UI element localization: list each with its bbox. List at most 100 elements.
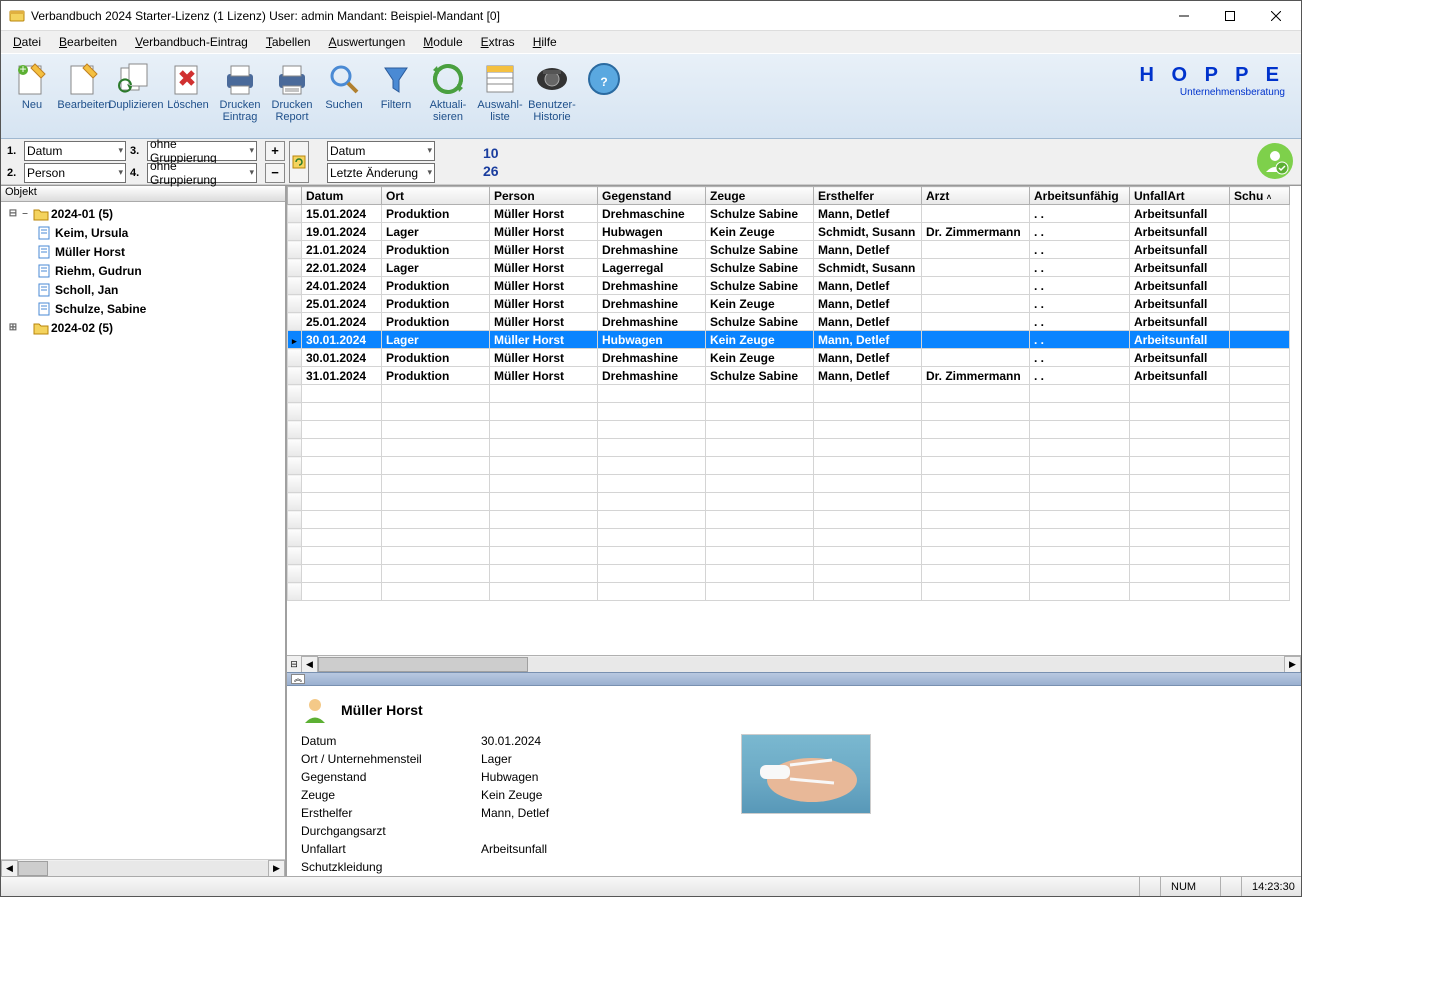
tree-item[interactable]: Scholl, Jan <box>1 280 285 299</box>
detail-label: Zeuge <box>301 788 481 802</box>
col-Datum[interactable]: Datum <box>302 187 382 205</box>
detail-label: Ort / Unternehmensteil <box>301 752 481 766</box>
detail-value <box>481 860 681 874</box>
toolbar-duplizieren[interactable]: Duplizieren <box>111 58 161 113</box>
hilfe-icon: ? <box>585 60 623 98</box>
benutzer-historie-icon <box>533 60 571 98</box>
group4-select[interactable]: ohne Gruppierung▾ <box>147 163 257 183</box>
menu-extras[interactable]: Extras <box>473 33 523 51</box>
group2-select[interactable]: Person▾ <box>24 163 126 183</box>
detail-name: Müller Horst <box>341 702 423 718</box>
tree-item[interactable]: Schulze, Sabine <box>1 299 285 318</box>
data-grid[interactable]: DatumOrtPersonGegenstandZeugeErsthelferA… <box>287 186 1301 655</box>
app-window: Verbandbuch 2024 Starter-Lizenz (1 Lizen… <box>0 0 1302 897</box>
menu-hilfe[interactable]: Hilfe <box>525 33 565 51</box>
toolbar-bearbeiten[interactable]: Bearbeiten <box>59 58 109 113</box>
drucken-eintrag-icon <box>221 60 259 98</box>
detail-label: Durchgangsarzt <box>301 824 481 838</box>
sidebar-hscroll[interactable]: ◀ ▶ <box>1 859 285 876</box>
col-Ersthelfer[interactable]: Ersthelfer <box>814 187 922 205</box>
col-Arzt[interactable]: Arzt <box>922 187 1030 205</box>
toolbar-suchen[interactable]: Suchen <box>319 58 369 113</box>
toolbar-filtern[interactable]: Filtern <box>371 58 421 113</box>
menu-bearbeiten[interactable]: Bearbeiten <box>51 33 125 51</box>
refresh-group-button[interactable] <box>289 141 309 183</box>
table-row[interactable]: 22.01.2024LagerMüller HorstLagerregalSch… <box>288 259 1290 277</box>
detail-value: Kein Zeuge <box>481 788 681 802</box>
table-row[interactable]: 25.01.2024ProduktionMüller HorstDrehmash… <box>288 295 1290 313</box>
detail-value: Lager <box>481 752 681 766</box>
detail-label: Ersthelfer <box>301 806 481 820</box>
tree-folder[interactable]: ⊟–2024-01 (5) <box>1 204 285 223</box>
toolbar-hilfe[interactable]: ? <box>579 58 629 101</box>
table-row[interactable]: 25.01.2024ProduktionMüller HorstDrehmash… <box>288 313 1290 331</box>
detail-splitter[interactable]: ︽ <box>287 672 1301 686</box>
col-Gegenstand[interactable]: Gegenstand <box>598 187 706 205</box>
sidebar: Objekt ⊟–2024-01 (5)Keim, UrsulaMüller H… <box>1 186 287 876</box>
maximize-button[interactable] <box>1207 1 1253 31</box>
menu-module[interactable]: Module <box>415 33 470 51</box>
table-row[interactable]: 19.01.2024LagerMüller HorstHubwagenKein … <box>288 223 1290 241</box>
menu-tabellen[interactable]: Tabellen <box>258 33 319 51</box>
toolbar-neu[interactable]: +Neu <box>7 58 57 113</box>
user-status-icon[interactable] <box>1257 143 1293 179</box>
remove-group-button[interactable]: − <box>265 163 285 183</box>
table-row[interactable]: 30.01.2024ProduktionMüller HorstDrehmash… <box>288 349 1290 367</box>
statusbar: NUM 14:23:30 <box>1 876 1301 896</box>
menu-verbandbuch-eintrag[interactable]: Verbandbuch-Eintrag <box>127 33 256 51</box>
app-icon <box>9 8 25 24</box>
titlebar: Verbandbuch 2024 Starter-Lizenz (1 Lizen… <box>1 1 1301 31</box>
col-Zeuge[interactable]: Zeuge <box>706 187 814 205</box>
table-row[interactable]: 31.01.2024ProduktionMüller HorstDrehmash… <box>288 367 1290 385</box>
toolbar-aktualisieren[interactable]: Aktuali- sieren <box>423 58 473 125</box>
close-button[interactable] <box>1253 1 1299 31</box>
brand-logo: H O P P E Unternehmensberatung <box>1139 58 1295 98</box>
menu-datei[interactable]: Datei <box>5 33 49 51</box>
toolbar-drucken-report[interactable]: Drucken Report <box>267 58 317 125</box>
menubar: DateiBearbeitenVerbandbuch-EintragTabell… <box>1 31 1301 53</box>
table-row[interactable]: 21.01.2024ProduktionMüller HorstDrehmash… <box>288 241 1290 259</box>
tree-item[interactable]: Müller Horst <box>1 242 285 261</box>
sort2-select[interactable]: Letzte Änderung▾ <box>327 163 435 183</box>
table-row[interactable]: 24.01.2024ProduktionMüller HorstDrehmash… <box>288 277 1290 295</box>
svg-text:?: ? <box>600 75 607 89</box>
collapse-icon[interactable]: ︽ <box>291 674 305 684</box>
sort1-select[interactable]: Datum▾ <box>327 141 435 161</box>
add-group-button[interactable]: + <box>265 141 285 161</box>
table-row[interactable]: 15.01.2024ProduktionMüller HorstDrehmasc… <box>288 205 1290 223</box>
col-Person[interactable]: Person <box>490 187 598 205</box>
tree-item[interactable]: Riehm, Gudrun <box>1 261 285 280</box>
group1-select[interactable]: Datum▾ <box>24 141 126 161</box>
window-title: Verbandbuch 2024 Starter-Lizenz (1 Lizen… <box>31 9 1161 23</box>
detail-label: Datum <box>301 734 481 748</box>
toolbar-drucken-eintrag[interactable]: Drucken Eintrag <box>215 58 265 125</box>
col-Arbeitsunfähig[interactable]: Arbeitsunfähig <box>1030 187 1130 205</box>
svg-text:+: + <box>19 62 26 76</box>
status-time: 14:23:30 <box>1241 877 1301 896</box>
col-Ort[interactable]: Ort <box>382 187 490 205</box>
col-Schu[interactable]: Schu ˄ <box>1230 187 1290 205</box>
tree[interactable]: ⊟–2024-01 (5)Keim, UrsulaMüller HorstRie… <box>1 202 285 859</box>
suchen-icon <box>325 60 363 98</box>
detail-label: Gegenstand <box>301 770 481 784</box>
tree-folder[interactable]: ⊞2024-02 (5) <box>1 318 285 337</box>
toolbar: +NeuBearbeitenDuplizierenLöschenDrucken … <box>1 53 1301 139</box>
detail-label: Unfallart <box>301 842 481 856</box>
detail-value: Mann, Detlef <box>481 806 681 820</box>
filtern-icon <box>377 60 415 98</box>
menu-auswertungen[interactable]: Auswertungen <box>321 33 414 51</box>
tree-item[interactable]: Keim, Ursula <box>1 223 285 242</box>
detail-label: Schutzkleidung <box>301 860 481 874</box>
group3-select[interactable]: ohne Gruppierung▾ <box>147 141 257 161</box>
toolbar-loeschen[interactable]: Löschen <box>163 58 213 113</box>
detail-value: Arbeitsunfall <box>481 842 681 856</box>
bearbeiten-icon <box>65 60 103 98</box>
toolbar-auswahlliste[interactable]: Auswahl- liste <box>475 58 525 125</box>
minimize-button[interactable] <box>1161 1 1207 31</box>
toolbar-benutzer-historie[interactable]: Benutzer- Historie <box>527 58 577 125</box>
col-UnfallArt[interactable]: UnfallArt <box>1130 187 1230 205</box>
neu-icon: + <box>13 60 51 98</box>
detail-panel: Müller Horst Datum30.01.2024Ort / Untern… <box>287 686 1301 876</box>
table-row[interactable]: ▸30.01.2024LagerMüller HorstHubwagenKein… <box>288 331 1290 349</box>
grid-hscroll[interactable]: ⊟ ◀▶ <box>287 655 1301 672</box>
